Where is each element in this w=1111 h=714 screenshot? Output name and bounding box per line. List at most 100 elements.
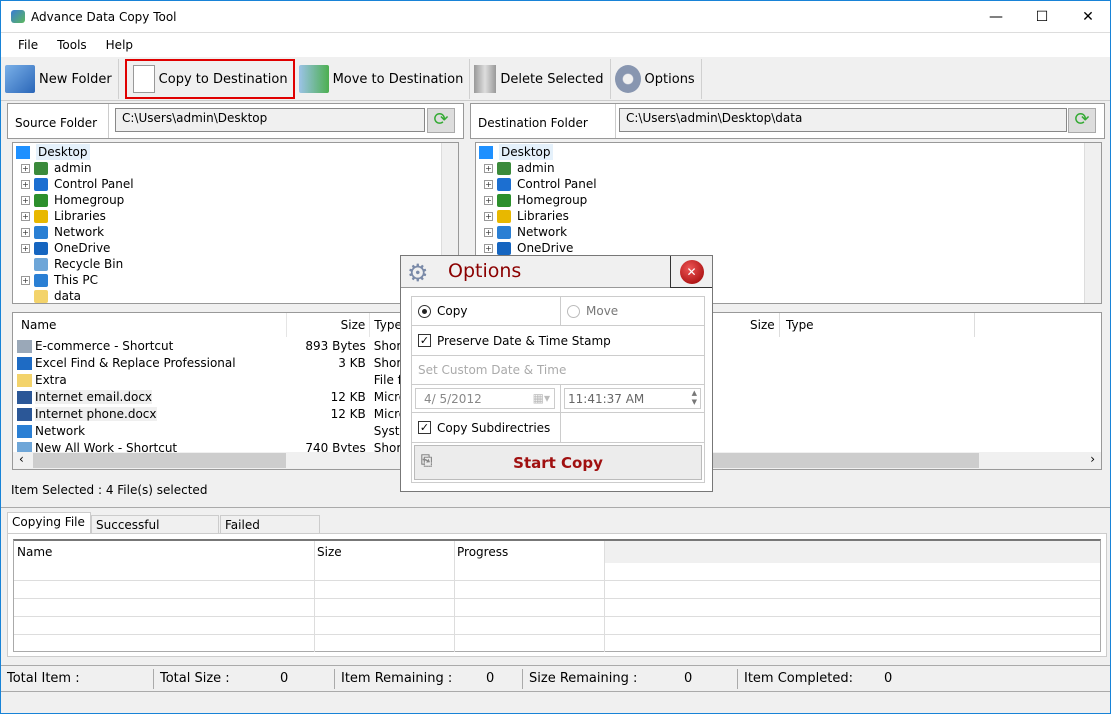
folder-icon	[497, 177, 511, 191]
file-name: Network	[35, 423, 86, 438]
status-bar: Total Item : Total Size :0 Item Remaining …	[1, 665, 1110, 692]
expand-icon[interactable]: +	[21, 163, 30, 173]
menu-file[interactable]: File	[18, 38, 38, 52]
expand-icon[interactable]: +	[21, 227, 30, 237]
grid-header-name: Name	[17, 545, 53, 559]
tree-node[interactable]: Desktop	[479, 144, 597, 160]
source-list-hscrollbar[interactable]: ‹	[13, 452, 458, 469]
expand-icon[interactable]: +	[484, 243, 493, 253]
tree-node[interactable]: + OneDrive	[16, 240, 134, 256]
list-item[interactable]: NetworkSystem Folde	[13, 422, 458, 439]
menu-tools[interactable]: Tools	[57, 38, 87, 52]
grid-header-size: Size	[317, 545, 342, 559]
column-header-size[interactable]: Size	[750, 318, 775, 332]
column-header-name[interactable]: Name	[13, 313, 288, 337]
folder-icon	[34, 289, 48, 303]
tree-label: admin	[517, 161, 555, 175]
file-size: 893 Bytes	[305, 338, 366, 353]
expand-icon[interactable]: +	[21, 211, 30, 221]
file-name: E-commerce - Shortcut	[35, 338, 174, 353]
refresh-icon[interactable]: ⟳	[427, 108, 455, 133]
expand-icon[interactable]: +	[21, 275, 30, 285]
column-header-type[interactable]: Type	[786, 318, 814, 332]
expand-icon[interactable]: +	[21, 179, 30, 189]
menu-help[interactable]: Help	[106, 38, 133, 52]
copy-to-destination-button[interactable]: Copy to Destination	[124, 59, 295, 99]
tree-node[interactable]: Desktop	[16, 144, 134, 160]
tree-node[interactable]: + Network	[16, 224, 134, 240]
tree-node[interactable]: + Libraries	[479, 208, 597, 224]
copy-subdirs-checkbox[interactable]: ✓ Copy Subdirectries	[411, 412, 561, 443]
move-radio[interactable]: Move	[560, 296, 705, 326]
title-bar: Advance Data Copy Tool — ☐ ✕	[1, 1, 1110, 32]
copy-radio-label: Copy	[437, 304, 468, 318]
tree-label: Network	[54, 225, 105, 239]
tree-node[interactable]: + Homegroup	[16, 192, 134, 208]
column-header-size[interactable]: Size	[286, 313, 371, 337]
move-to-destination-button[interactable]: Move to Destination	[295, 59, 471, 99]
tree-label: OneDrive	[54, 241, 111, 255]
tree-node[interactable]: +Recycle Bin	[16, 256, 134, 272]
delete-selected-button[interactable]: Delete Selected	[470, 59, 611, 99]
options-button[interactable]: Options	[611, 59, 702, 99]
tab-copying-file[interactable]: Copying File	[7, 512, 91, 534]
tree-node[interactable]: + admin	[479, 160, 597, 176]
expand-icon[interactable]: +	[21, 195, 30, 205]
tree-node[interactable]: + OneDrive	[479, 240, 597, 256]
expand-icon[interactable]: +	[484, 163, 493, 173]
file-icon	[17, 390, 32, 404]
start-copy-button[interactable]: ⎘ Start Copy	[414, 445, 702, 480]
status-value: 0	[486, 671, 495, 686]
list-item[interactable]: Excel Find & Replace Professional3 KBSho…	[13, 354, 458, 371]
folder-icon	[497, 225, 511, 239]
tree-label: Network	[517, 225, 568, 239]
tree-node[interactable]: + admin	[16, 160, 134, 176]
expand-icon[interactable]: +	[484, 227, 493, 237]
tree-node[interactable]: + Network	[479, 224, 597, 240]
tree-node[interactable]: + Homegroup	[479, 192, 597, 208]
destination-path-input[interactable]: C:\Users\admin\Desktop\data	[619, 108, 1067, 132]
maximize-button[interactable]: ☐	[1019, 1, 1065, 32]
source-path-input[interactable]: C:\Users\admin\Desktop	[115, 108, 425, 132]
file-size: 3 KB	[338, 355, 366, 370]
move-radio-label: Move	[586, 304, 619, 318]
status-value: 0	[280, 671, 289, 686]
status-item-completed: Item Completed: 0	[738, 669, 938, 689]
list-item[interactable]: Internet phone.docx12 KBMicrosoft Offi	[13, 405, 458, 422]
list-item[interactable]: E-commerce - Shortcut893 BytesShortcut	[13, 337, 458, 354]
selection-status: Item Selected : 4 File(s) selected	[11, 483, 208, 497]
folder-icon	[497, 161, 511, 175]
expand-icon[interactable]: +	[484, 211, 493, 221]
date-cell: 4/ 5/2012 ▦▾	[411, 384, 561, 413]
toolbar-label: Options	[644, 71, 695, 87]
refresh-icon[interactable]: ⟳	[1068, 108, 1096, 133]
close-button[interactable]: ✕	[1065, 1, 1111, 32]
tab-successful-transfers[interactable]: Successful Transfers	[91, 515, 219, 546]
list-item[interactable]: Internet email.docx12 KBMicrosoft Offi	[13, 388, 458, 405]
folder-icon	[34, 177, 48, 191]
minimize-button[interactable]: —	[973, 1, 1019, 32]
file-name: Extra	[35, 372, 67, 387]
dialog-close-button[interactable]: ✕	[670, 256, 712, 288]
tree-node[interactable]: + Control Panel	[479, 176, 597, 192]
file-size	[287, 371, 370, 388]
expand-icon[interactable]: +	[484, 179, 493, 189]
tab-failed-transfers[interactable]: Failed Transfers	[220, 515, 320, 546]
folder-icon	[497, 241, 511, 255]
list-item[interactable]: ExtraFile folder	[13, 371, 458, 388]
tree-node[interactable]: + Control Panel	[16, 176, 134, 192]
tree-node[interactable]: + This PC	[16, 272, 134, 288]
date-picker[interactable]: 4/ 5/2012 ▦▾	[415, 388, 555, 409]
copy-radio[interactable]: Copy	[411, 296, 561, 326]
preserve-timestamp-checkbox[interactable]: ✓ Preserve Date & Time Stamp	[411, 325, 705, 356]
tree-label: Homegroup	[517, 193, 588, 207]
time-picker[interactable]: 11:41:37 AM ▲ ▼	[564, 388, 701, 409]
empty-cell	[560, 412, 705, 443]
expand-icon[interactable]: +	[21, 243, 30, 253]
destination-tree-scrollbar[interactable]	[1084, 143, 1101, 303]
folder-icon	[497, 209, 511, 223]
tree-node[interactable]: + Libraries	[16, 208, 134, 224]
tree-node[interactable]: +data	[16, 288, 134, 304]
new-folder-button[interactable]: New Folder	[1, 59, 119, 99]
expand-icon[interactable]: +	[484, 195, 493, 205]
